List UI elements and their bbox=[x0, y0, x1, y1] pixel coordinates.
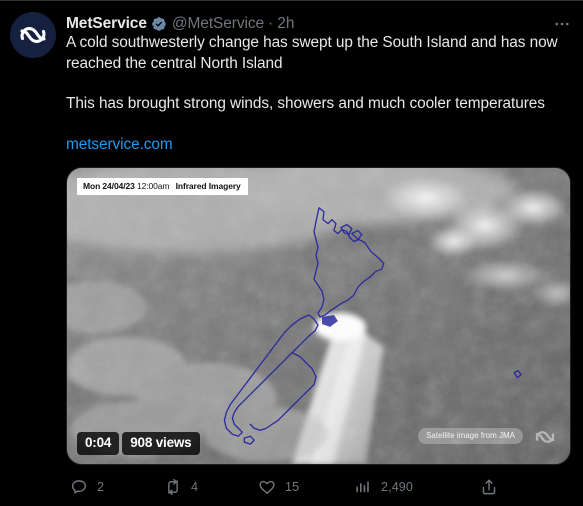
retweet-icon bbox=[164, 478, 182, 496]
author-handle[interactable]: @MetService bbox=[172, 15, 264, 33]
tweet-link[interactable]: metservice.com bbox=[66, 136, 173, 153]
share-button[interactable] bbox=[480, 473, 507, 501]
imagery-type: Infrared Imagery bbox=[175, 181, 241, 191]
tweet-header: MetService @MetService · 2h bbox=[66, 13, 573, 35]
retweet-count: 4 bbox=[191, 480, 199, 494]
verified-badge-icon bbox=[151, 16, 167, 32]
more-options-icon[interactable] bbox=[549, 13, 575, 35]
tweet-paragraph-1: A cold southwesterly change has swept up… bbox=[66, 34, 558, 72]
imagery-attribution: Satellite image from JMA bbox=[418, 428, 523, 444]
tweet-card[interactable]: MetService @MetService · 2h A cold south… bbox=[0, 0, 583, 506]
imagery-time: 12:00am bbox=[136, 181, 170, 191]
like-count: 15 bbox=[285, 480, 300, 494]
author-display-name[interactable]: MetService bbox=[66, 15, 147, 33]
tweet-media-video[interactable]: Mon 24/04/23 12:00am Infrared Imagery 0:… bbox=[66, 167, 571, 465]
video-info-pills: 0:04 908 views bbox=[77, 432, 200, 455]
reply-count: 2 bbox=[97, 480, 105, 494]
reply-button[interactable]: 2 bbox=[70, 473, 104, 501]
share-icon bbox=[480, 478, 498, 496]
metservice-watermark-icon bbox=[528, 420, 562, 454]
imagery-timestamp-badge: Mon 24/04/23 12:00am Infrared Imagery bbox=[77, 178, 248, 195]
tweet-timestamp[interactable]: 2h bbox=[277, 15, 294, 33]
satellite-imagery bbox=[67, 168, 570, 464]
header-separator: · bbox=[268, 15, 274, 32]
retweet-button[interactable]: 4 bbox=[164, 473, 198, 501]
tweet-action-bar: 2 4 15 2,490 bbox=[66, 473, 566, 503]
metservice-swirl-logo-icon[interactable] bbox=[10, 12, 56, 58]
like-button[interactable]: 15 bbox=[258, 473, 299, 501]
avatar[interactable] bbox=[10, 12, 56, 58]
bar-chart-icon bbox=[354, 478, 372, 496]
views-button[interactable]: 2,490 bbox=[354, 473, 413, 501]
tweet-text: A cold southwesterly change has swept up… bbox=[66, 33, 571, 155]
video-duration-badge: 0:04 bbox=[77, 432, 120, 455]
video-views-badge: 908 views bbox=[122, 432, 200, 455]
comment-icon bbox=[70, 478, 88, 496]
tweet-paragraph-2: This has brought strong winds, showers a… bbox=[66, 95, 545, 112]
link-spacer bbox=[66, 115, 571, 135]
imagery-date: Mon 24/04/23 bbox=[83, 181, 135, 191]
heart-icon bbox=[258, 478, 276, 496]
views-count: 2,490 bbox=[381, 480, 414, 494]
